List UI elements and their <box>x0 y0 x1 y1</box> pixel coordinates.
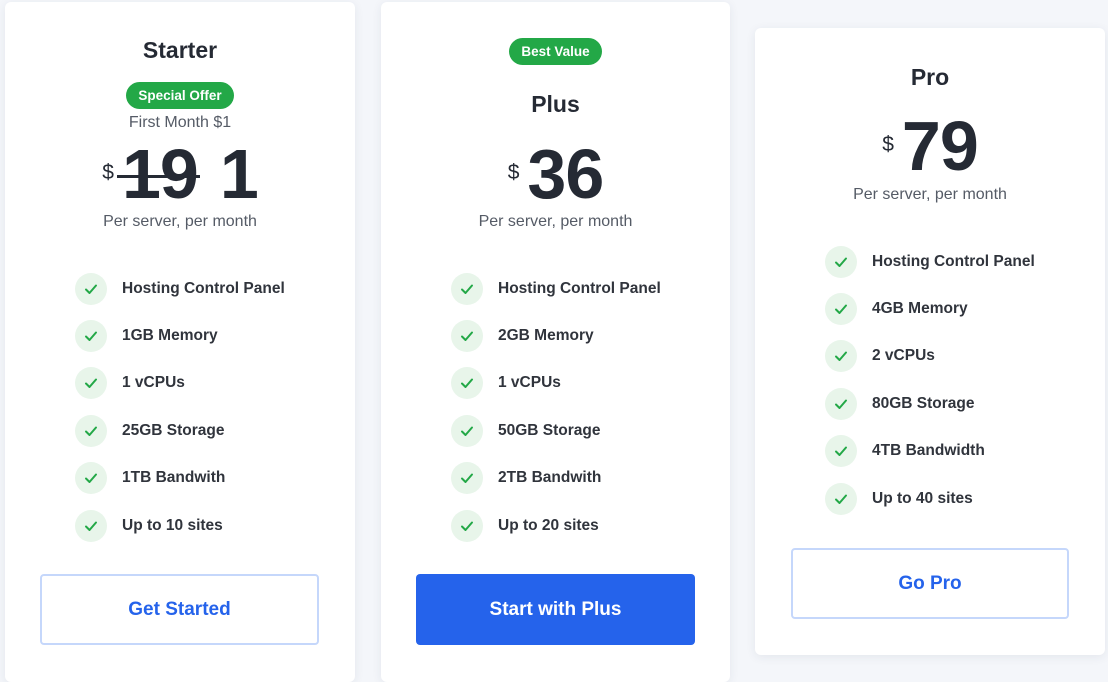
best-value-badge: Best Value <box>509 38 602 65</box>
feature-label: Hosting Control Panel <box>122 279 285 297</box>
feature-label: 4TB Bandwidth <box>872 442 985 460</box>
feature-item: Up to 20 sites <box>451 502 661 549</box>
feature-item: Up to 40 sites <box>825 475 1035 522</box>
feature-item: 4TB Bandwidth <box>825 428 1035 475</box>
feature-item: Hosting Control Panel <box>825 238 1035 285</box>
check-icon <box>825 482 857 515</box>
price: $ 19 1 <box>5 139 355 209</box>
plan-name: Pro <box>910 64 950 90</box>
check-icon <box>451 509 483 542</box>
check-icon <box>75 462 107 495</box>
feature-label: Up to 20 sites <box>498 516 599 534</box>
price-amount: 36 <box>527 135 604 213</box>
promo-text: First Month $1 <box>128 114 232 131</box>
check-icon <box>825 340 857 373</box>
feature-item: 4GB Memory <box>825 285 1035 332</box>
feature-list: Hosting Control Panel 2GB Memory 1 vCPUs… <box>451 265 661 549</box>
feature-label: 2GB Memory <box>498 327 594 345</box>
check-icon <box>825 293 857 326</box>
check-icon <box>451 367 483 400</box>
price: $ 36 <box>381 139 730 209</box>
feature-label: 1 vCPUs <box>498 374 561 392</box>
feature-item: 1 vCPUs <box>75 360 285 407</box>
feature-label: 1 vCPUs <box>122 374 185 392</box>
check-icon <box>75 272 107 305</box>
plan-card-starter: Starter Special Offer First Month $1 $ 1… <box>5 2 355 682</box>
check-icon <box>451 414 483 447</box>
feature-label: 1GB Memory <box>122 327 218 345</box>
feature-label: 4GB Memory <box>872 300 968 318</box>
feature-item: 1GB Memory <box>75 312 285 359</box>
special-offer-badge: Special Offer <box>126 82 234 109</box>
feature-list: Hosting Control Panel 4GB Memory 2 vCPUs… <box>825 238 1035 522</box>
check-icon <box>75 367 107 400</box>
feature-item: 25GB Storage <box>75 407 285 454</box>
feature-item: Hosting Control Panel <box>75 265 285 312</box>
check-icon <box>451 272 483 305</box>
feature-label: Up to 10 sites <box>122 516 223 534</box>
feature-item: 1TB Bandwith <box>75 455 285 502</box>
check-icon <box>75 509 107 542</box>
currency-symbol: $ <box>507 161 520 184</box>
check-icon <box>451 320 483 353</box>
feature-item: 2 vCPUs <box>825 333 1035 380</box>
currency-symbol: $ <box>882 133 894 156</box>
feature-item: Up to 10 sites <box>75 502 285 549</box>
currency-symbol: $ <box>102 161 114 184</box>
feature-item: 2GB Memory <box>451 312 661 359</box>
check-icon <box>75 414 107 447</box>
plan-card-pro: Pro $ 79 Per server, per month Hosting C… <box>755 28 1105 655</box>
feature-label: 50GB Storage <box>498 421 601 439</box>
check-icon <box>75 320 107 353</box>
feature-item: 50GB Storage <box>451 407 661 454</box>
feature-item: 80GB Storage <box>825 380 1035 427</box>
plan-card-plus: Best Value Plus $ 36 Per server, per mon… <box>381 2 730 682</box>
feature-list: Hosting Control Panel 1GB Memory 1 vCPUs… <box>75 265 285 549</box>
old-price: 19 <box>116 135 200 213</box>
plan-name: Plus <box>531 91 580 117</box>
go-pro-button[interactable]: Go Pro <box>791 548 1069 619</box>
price-amount: 1 <box>219 135 259 213</box>
check-icon <box>451 462 483 495</box>
get-started-button[interactable]: Get Started <box>40 574 319 645</box>
price: $ 79 <box>755 111 1105 181</box>
feature-label: 25GB Storage <box>122 421 225 439</box>
feature-item: 2TB Bandwith <box>451 455 661 502</box>
check-icon <box>825 245 857 278</box>
feature-label: 80GB Storage <box>872 394 975 412</box>
feature-label: Hosting Control Panel <box>498 279 661 297</box>
price-period: Per server, per month <box>478 213 633 230</box>
price-period: Per server, per month <box>103 213 257 230</box>
feature-label: 2 vCPUs <box>872 347 935 365</box>
feature-item: Hosting Control Panel <box>451 265 661 312</box>
feature-label: 1TB Bandwith <box>122 469 226 487</box>
feature-item: 1 vCPUs <box>451 360 661 407</box>
feature-label: Hosting Control Panel <box>872 252 1035 270</box>
start-with-plus-button[interactable]: Start with Plus <box>416 574 695 645</box>
price-period: Per server, per month <box>853 186 1007 203</box>
plan-name: Starter <box>142 37 218 63</box>
feature-label: Up to 40 sites <box>872 489 973 507</box>
check-icon <box>825 435 857 468</box>
price-amount: 79 <box>901 107 979 185</box>
feature-label: 2TB Bandwith <box>498 469 602 487</box>
check-icon <box>825 387 857 420</box>
